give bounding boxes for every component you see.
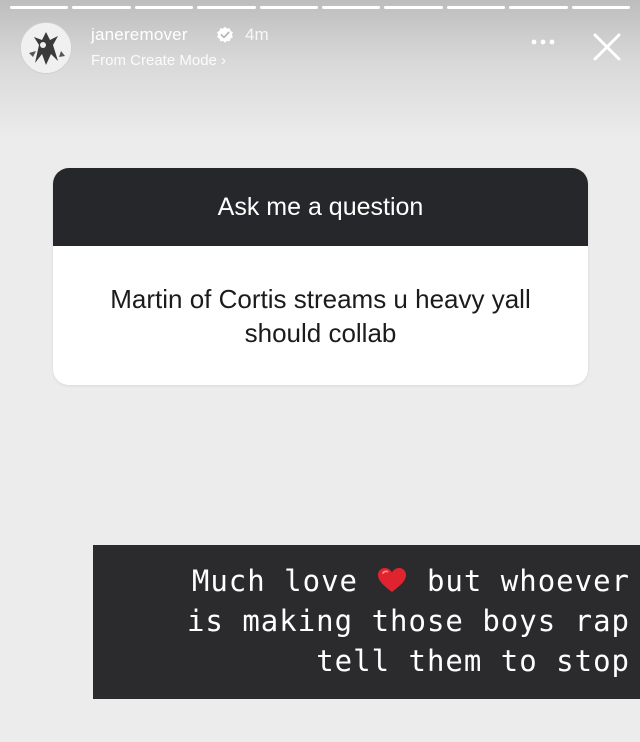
question-sticker: Ask me a question Martin of Cortis strea…	[53, 168, 588, 385]
progress-segment	[259, 6, 319, 9]
progress-segment	[72, 6, 131, 9]
question-title: Ask me a question	[53, 168, 588, 246]
reply-line-1: Much love but whoever	[93, 561, 630, 601]
progress-segment	[509, 6, 568, 9]
story-progress-bar	[10, 6, 631, 9]
progress-segment	[197, 6, 256, 9]
progress-segment	[134, 6, 194, 9]
username[interactable]: janeremover	[91, 25, 188, 45]
reply-line-1-start: Much love	[191, 564, 358, 598]
progress-segment	[384, 6, 443, 9]
avatar-image	[21, 23, 71, 73]
progress-segment	[322, 6, 381, 9]
reply-line-1-end: but whoever	[426, 564, 630, 598]
progress-segment	[446, 6, 506, 9]
reply-text-box: Much love but whoever is making those bo…	[93, 545, 640, 699]
heart-emoji-icon	[378, 568, 407, 592]
progress-segment	[571, 6, 631, 9]
close-icon[interactable]	[592, 32, 622, 62]
post-time: 4m	[245, 25, 269, 44]
verified-badge-icon	[217, 26, 233, 43]
story-header: janeremover 4m From Create Mode ›	[20, 22, 630, 74]
question-text: Martin of Cortis streams u heavy yall sh…	[110, 283, 531, 348]
create-mode-link[interactable]: From Create Mode ›	[91, 52, 226, 69]
progress-segment	[10, 6, 69, 9]
more-dots-icon[interactable]	[530, 38, 556, 46]
reply-line-3: tell them to stop	[316, 644, 630, 678]
reply-line-2: is making those boys rap	[186, 604, 630, 638]
avatar[interactable]	[20, 22, 72, 74]
